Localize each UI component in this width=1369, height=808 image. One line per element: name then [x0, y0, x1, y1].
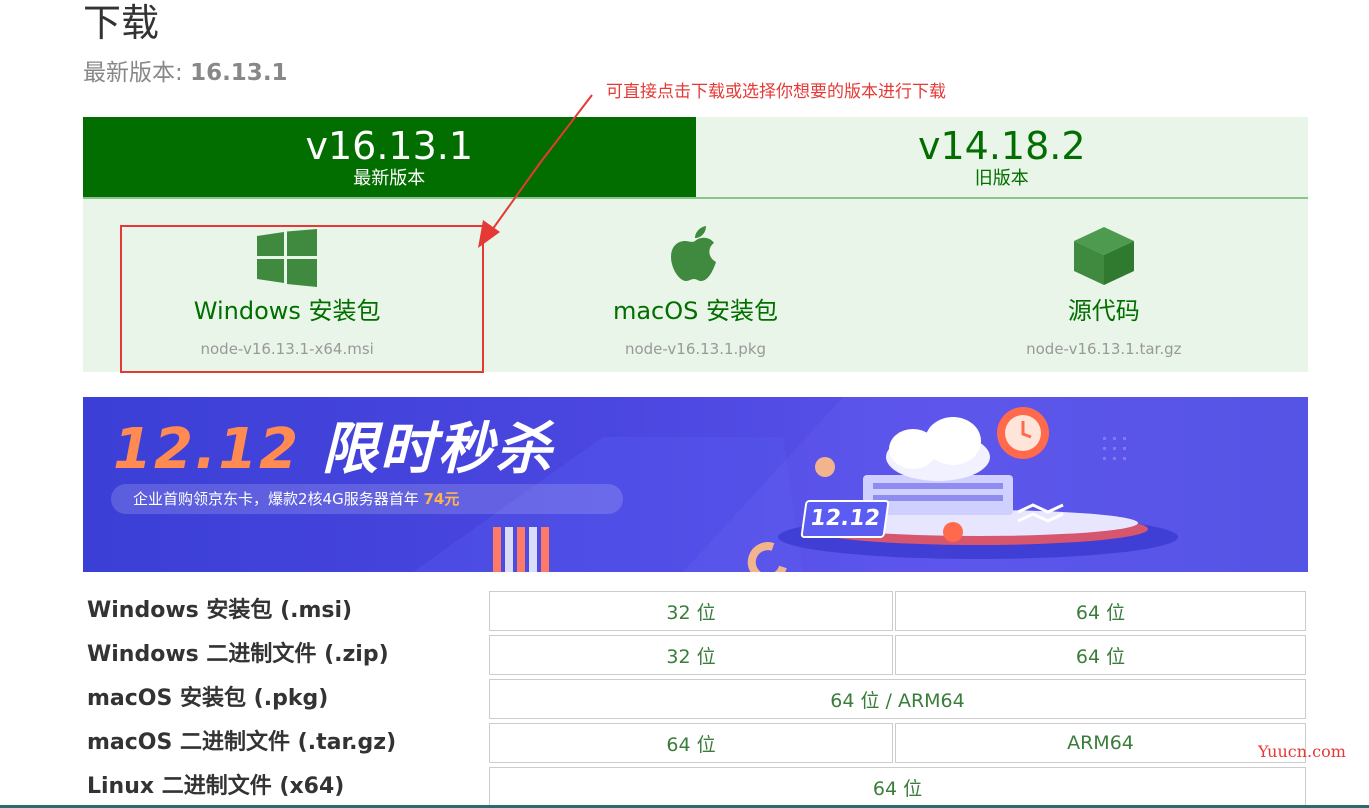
banner-title-number: 12.12	[113, 417, 301, 482]
download-link-32bit[interactable]: 32 位	[489, 635, 893, 675]
banner-subtitle-text: 企业首购领京东卡，爆款2核4G服务器首年	[133, 490, 419, 508]
table-row: macOS 安装包 (.pkg) 64 位 / ARM64	[83, 679, 1308, 719]
download-source-name: 源代码	[1067, 297, 1140, 325]
row-label: macOS 二进制文件 (.tar.gz)	[87, 730, 397, 755]
row-label: Windows 安装包 (.msi)	[87, 598, 353, 623]
banner-subtitle: 企业首购领京东卡，爆款2核4G服务器首年 74元	[111, 484, 623, 514]
download-source-code[interactable]: 源代码 node-v16.13.1.tar.gz	[900, 199, 1308, 372]
row-label: Linux 二进制文件 (x64)	[87, 774, 345, 799]
banner-price: 74元	[423, 490, 460, 508]
tab-old-version: v14.18.2	[917, 124, 1086, 168]
apple-icon	[671, 226, 717, 281]
latest-version-label: 最新版本:	[83, 60, 183, 86]
download-link-32bit[interactable]: 32 位	[489, 591, 893, 631]
download-source-file: node-v16.13.1.tar.gz	[1026, 340, 1182, 358]
row-label: Windows 二进制文件 (.zip)	[87, 642, 389, 667]
download-macos-file: node-v16.13.1.pkg	[624, 340, 767, 358]
annotation-text: 可直接点击下载或选择你想要的版本进行下载	[606, 82, 946, 102]
version-tabs: v16.13.1 最新版本 v14.18.2 旧版本	[83, 117, 1308, 197]
download-link-64bit[interactable]: 64 位	[895, 591, 1306, 631]
download-link-arm64[interactable]: ARM64	[895, 723, 1306, 763]
promo-banner[interactable]: 12.12 限时秒杀 企业首购领京东卡，爆款2核4G服务器首年 74元 12.1…	[83, 397, 1308, 572]
tab-latest[interactable]: v16.13.1 最新版本	[83, 117, 696, 197]
download-link-64bit[interactable]: 64 位	[895, 635, 1306, 675]
cube-icon	[1073, 227, 1134, 285]
download-link-64bit-arm64[interactable]: 64 位 / ARM64	[489, 679, 1306, 719]
row-label: macOS 安装包 (.pkg)	[87, 686, 329, 711]
download-link-64bit[interactable]: 64 位	[489, 723, 893, 763]
banner-title: 12.12 限时秒杀	[113, 415, 554, 485]
tab-latest-label: 最新版本	[353, 168, 426, 189]
tab-old-label: 旧版本	[974, 168, 1029, 189]
latest-version-number: 16.13.1	[190, 60, 288, 86]
tab-old[interactable]: v14.18.2 旧版本	[696, 117, 1309, 197]
download-macos-installer[interactable]: macOS 安装包 node-v16.13.1.pkg	[491, 199, 899, 372]
watermark: Yuucn.com	[1258, 742, 1346, 761]
annotation-highlight-box	[120, 225, 484, 373]
table-row: Linux 二进制文件 (x64) 64 位	[83, 767, 1308, 807]
page-title: 下载	[83, 1, 160, 45]
table-row: Windows 二进制文件 (.zip) 32 位 64 位	[83, 635, 1308, 675]
table-row: Windows 安装包 (.msi) 32 位 64 位	[83, 591, 1308, 631]
table-row: macOS 二进制文件 (.tar.gz) 64 位 ARM64	[83, 723, 1308, 763]
banner-title-text: 限时秒杀	[321, 417, 554, 482]
download-macos-name: macOS 安装包	[612, 297, 779, 325]
download-link-64bit[interactable]: 64 位	[489, 767, 1306, 807]
latest-version-line: 最新版本: 16.13.1	[83, 58, 288, 88]
banner-badge: 12.12	[800, 500, 890, 538]
tab-latest-version: v16.13.1	[305, 124, 474, 168]
